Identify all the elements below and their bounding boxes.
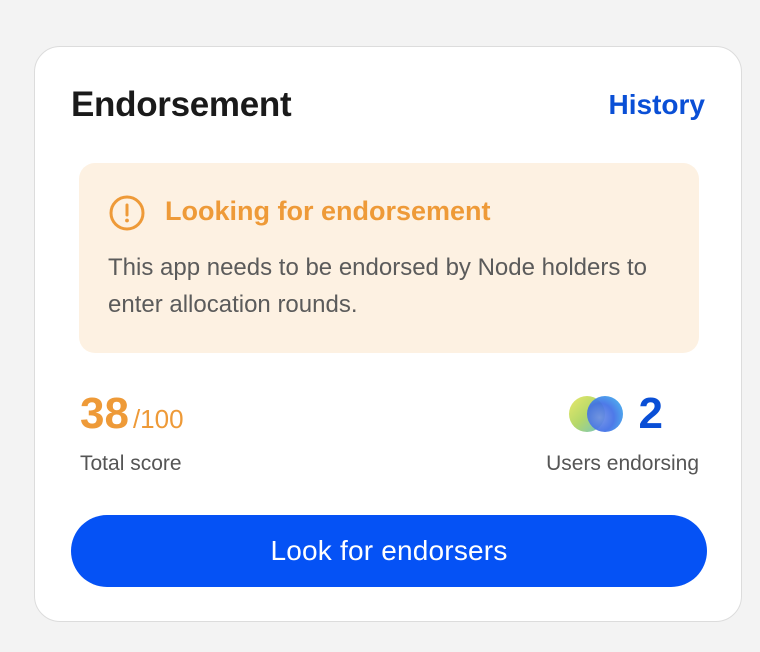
history-link[interactable]: History [609,89,705,121]
card-title: Endorsement [71,85,292,124]
score-value: 38 [80,389,129,438]
score-label: Total score [80,452,182,475]
endorsement-alert: Looking for endorsement This app needs t… [79,163,699,353]
alert-message: This app needs to be endorsed by Node ho… [108,254,648,318]
user-avatar-icon [586,396,623,432]
endorsers-count: 2 [638,389,663,438]
endorsers-label: Users endorsing [546,452,699,475]
score-max: /100 [132,404,184,434]
alert-title: Looking for endorsement [165,196,491,226]
avatar-stack [568,394,625,434]
users-endorsing: 2 [568,389,663,439]
endorsement-card: Endorsement History Looking for endorsem… [34,46,742,622]
total-score: 38/100 [80,389,184,439]
look-for-endorsers-button[interactable]: Look for endorsers [71,515,707,587]
exclamation-circle-icon [109,195,145,231]
